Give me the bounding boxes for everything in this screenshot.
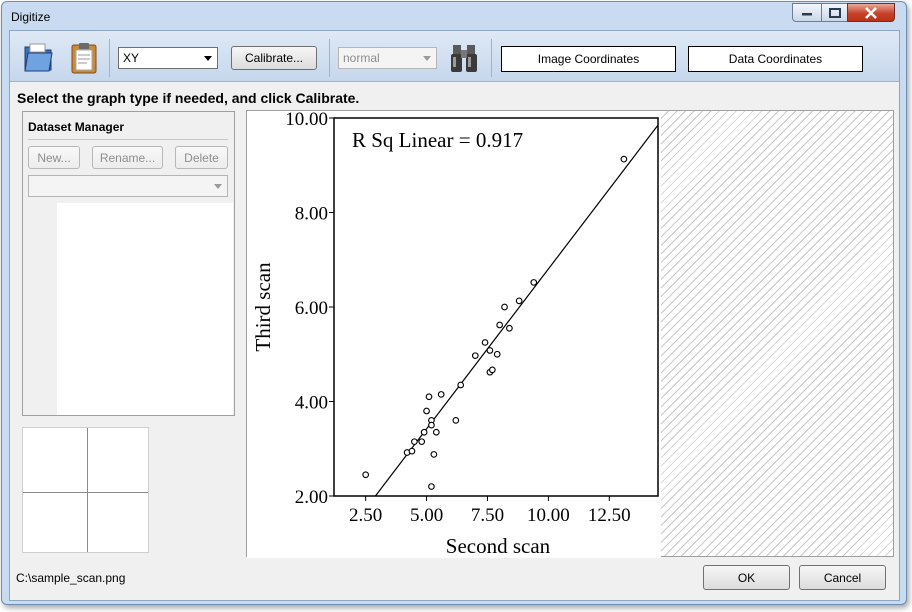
- toolbar: XY Calibrate... normal Image Coordinates…: [10, 31, 899, 82]
- image-coordinates-display: Image Coordinates: [501, 46, 676, 72]
- window-title: Digitize: [11, 10, 51, 24]
- digitize-window: Digitize XY Calibrate... normal Image Co…: [1, 1, 907, 605]
- data-point: [432, 428, 440, 436]
- dataset-manager-title: Dataset Manager: [28, 120, 125, 134]
- r-squared-annotation: R Sq Linear = 0.917: [352, 128, 523, 152]
- dataset-select[interactable]: [28, 175, 228, 197]
- data-point: [408, 447, 416, 455]
- data-point: [486, 347, 494, 354]
- chevron-down-icon: [423, 56, 431, 61]
- plot-frame: [333, 117, 659, 497]
- crosshair-horizontal: [23, 492, 148, 493]
- data-point: [620, 155, 628, 163]
- chevron-down-icon: [204, 56, 212, 61]
- y-tick-label: 2.00: [295, 487, 328, 508]
- x-tick-label: 12.50: [588, 505, 631, 526]
- dataset-manager-panel: Dataset Manager New... Rename... Delete: [22, 111, 235, 416]
- y-tick-label: 8.00: [295, 204, 328, 225]
- binoculars-icon: [451, 45, 477, 72]
- data-coordinates-display: Data Coordinates: [688, 46, 863, 72]
- delete-dataset-button[interactable]: Delete: [175, 146, 228, 169]
- y-tick-label: 10.00: [285, 111, 328, 130]
- status-filename: C:\sample_scan.png: [16, 571, 126, 585]
- toolbar-separator: [491, 39, 492, 77]
- chevron-down-icon: [214, 184, 222, 189]
- scanned-chart-image: 2.50 5.00 7.50 10.00 12.50 2.00 4.00 6.00 8.00 10…: [247, 109, 661, 558]
- data-point: [506, 324, 513, 332]
- data-point: [530, 279, 538, 286]
- image-canvas[interactable]: 2.50 5.00 7.50 10.00 12.50 2.00 4.00 6.00 8.00 10…: [246, 109, 894, 558]
- x-tick-label: 2.50: [349, 505, 382, 526]
- x-tick-label: 10.00: [527, 505, 570, 526]
- ok-button[interactable]: OK: [703, 565, 790, 590]
- data-point: [493, 350, 501, 358]
- crosshair-vertical: [87, 428, 88, 552]
- toolbar-separator: [109, 39, 110, 77]
- mode-value: normal: [343, 51, 380, 65]
- x-tick-label: 5.00: [410, 505, 443, 526]
- data-point: [471, 352, 479, 360]
- data-point: [437, 391, 445, 398]
- data-point: [420, 428, 428, 436]
- data-point: [430, 451, 438, 458]
- maximize-button[interactable]: [821, 3, 848, 22]
- maximize-icon: [828, 7, 841, 18]
- calibrate-button[interactable]: Calibrate...: [231, 46, 317, 70]
- zoom-binoculars-button[interactable]: [450, 41, 484, 75]
- toolbar-separator: [329, 39, 330, 77]
- graph-type-select[interactable]: XY: [118, 47, 218, 69]
- data-point: [481, 339, 489, 346]
- data-point: [488, 366, 496, 374]
- panel-divider: [28, 139, 228, 140]
- data-point: [515, 297, 523, 305]
- zoom-preview: [22, 427, 149, 553]
- data-point: [428, 483, 435, 490]
- dataset-list[interactable]: [57, 203, 233, 415]
- data-point: [452, 417, 460, 424]
- minimize-button[interactable]: [792, 3, 822, 22]
- cancel-button[interactable]: Cancel: [799, 565, 886, 590]
- scatter-chart: 2.50 5.00 7.50 10.00 12.50 2.00 4.00 6.00 8.00 10…: [251, 109, 659, 558]
- graph-type-value: XY: [123, 51, 140, 65]
- rename-dataset-button[interactable]: Rename...: [92, 146, 163, 169]
- y-tick-label: 4.00: [295, 393, 328, 414]
- close-icon: [865, 6, 877, 19]
- instruction-text: Select the graph type if needed, and cli…: [17, 90, 360, 106]
- title-bar[interactable]: Digitize: [2, 2, 906, 30]
- data-point: [457, 381, 465, 389]
- minimize-icon: [802, 12, 812, 15]
- close-button[interactable]: [847, 3, 895, 22]
- data-point: [501, 303, 508, 311]
- mode-select[interactable]: normal: [338, 47, 437, 69]
- data-point: [411, 438, 418, 446]
- data-point: [362, 471, 370, 479]
- y-axis-label: Third scan: [251, 262, 275, 352]
- y-tick-label: 6.00: [295, 298, 328, 319]
- data-point: [418, 438, 426, 446]
- data-point: [496, 321, 504, 329]
- open-folder-icon: [24, 43, 53, 72]
- x-tick-label: 7.50: [471, 505, 504, 526]
- paste-clipboard-button[interactable]: [67, 41, 101, 75]
- x-axis-label: Second scan: [446, 534, 551, 558]
- data-point: [423, 407, 430, 415]
- new-dataset-button[interactable]: New...: [28, 146, 80, 169]
- data-point: [428, 421, 435, 429]
- dialog-client-area: XY Calibrate... normal Image Coordinates…: [9, 30, 900, 601]
- open-folder-button[interactable]: [22, 41, 56, 75]
- clipboard-icon: [71, 43, 97, 74]
- data-point: [425, 393, 433, 401]
